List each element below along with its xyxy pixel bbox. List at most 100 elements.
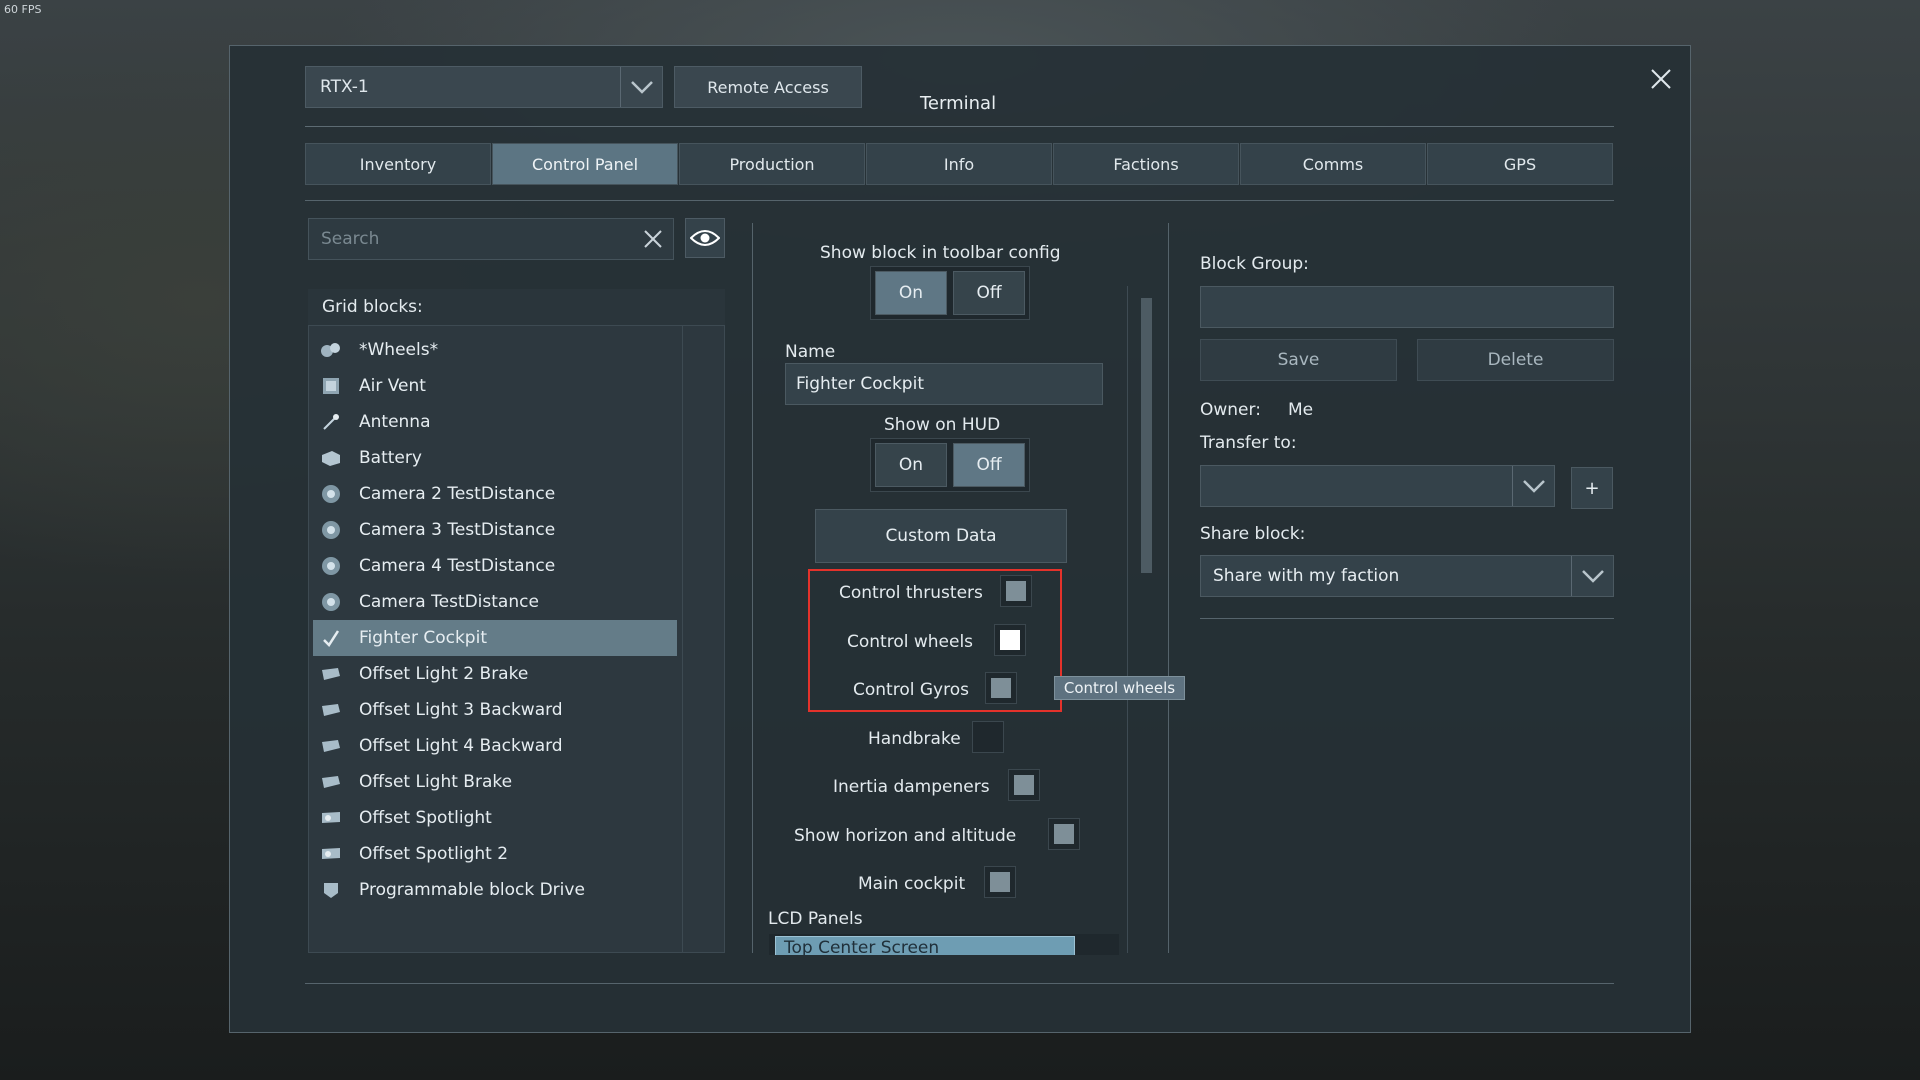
close-icon: [1651, 69, 1671, 89]
list-item[interactable]: Offset Light 3 Backward: [313, 692, 677, 728]
add-transfer-button[interactable]: +: [1571, 467, 1613, 509]
scrollbar-thumb[interactable]: [1141, 298, 1152, 573]
list-item[interactable]: Offset Light 4 Backward: [313, 728, 677, 764]
toolbar-config-toggle: On Off: [870, 266, 1030, 320]
list-item[interactable]: *Wheels*: [313, 332, 677, 368]
block-group-label: Block Group:: [1200, 254, 1309, 274]
toolbar-config-label: Show block in toolbar config: [820, 243, 1061, 263]
main-cockpit-label: Main cockpit: [858, 874, 966, 894]
spotlight-icon: [319, 842, 343, 866]
chevron-down-icon: [1571, 556, 1613, 596]
hud-on-button[interactable]: On: [875, 443, 947, 487]
list-item-label: Offset Spotlight: [359, 808, 492, 828]
show-horizon-checkbox[interactable]: [1048, 818, 1080, 850]
tab-info[interactable]: Info: [866, 143, 1052, 185]
owner-label: Owner:: [1200, 400, 1261, 420]
handbrake-label: Handbrake: [868, 729, 961, 749]
programmable-block-icon: [319, 878, 343, 902]
list-item-label: Camera 2 TestDistance: [359, 484, 556, 504]
list-item[interactable]: Antenna: [313, 404, 677, 440]
name-label: Name: [785, 342, 836, 362]
list-item-label: Offset Light 3 Backward: [359, 700, 563, 720]
visibility-toggle-button[interactable]: [685, 218, 725, 258]
list-item-label: Offset Light 2 Brake: [359, 664, 529, 684]
control-wheels-checkbox[interactable]: [994, 624, 1026, 656]
divider: [752, 223, 753, 953]
remote-access-button[interactable]: Remote Access: [674, 66, 862, 108]
camera-icon: [319, 518, 343, 542]
list-item[interactable]: Camera 3 TestDistance: [313, 512, 677, 548]
list-item[interactable]: Battery: [313, 440, 677, 476]
list-item[interactable]: Camera TestDistance: [313, 584, 677, 620]
air-vent-icon: [319, 374, 343, 398]
tab-bar: Inventory Control Panel Production Info …: [305, 143, 1614, 185]
list-item[interactable]: Offset Light Brake: [313, 764, 677, 800]
block-group-field[interactable]: [1200, 286, 1614, 328]
checkbox-fill: [1000, 630, 1020, 650]
toolbar-on-button[interactable]: On: [875, 271, 947, 315]
list-item-selected[interactable]: Fighter Cockpit: [313, 620, 677, 656]
inertia-dampeners-checkbox[interactable]: [1008, 769, 1040, 801]
grid-blocks-header: Grid blocks:: [308, 289, 725, 325]
grid-select-value: RTX-1: [320, 77, 369, 97]
battery-icon: [319, 446, 343, 470]
control-thrusters-checkbox[interactable]: [1000, 575, 1032, 607]
control-thrusters-label: Control thrusters: [839, 583, 983, 603]
handbrake-checkbox[interactable]: [972, 721, 1004, 753]
tab-gps[interactable]: GPS: [1427, 143, 1613, 185]
lcd-panels-label: LCD Panels: [768, 909, 863, 929]
clear-search-button[interactable]: [633, 219, 673, 259]
save-button[interactable]: Save: [1200, 339, 1397, 381]
lcd-panel-item[interactable]: Top Center Screen: [775, 936, 1075, 955]
transfer-to-label: Transfer to:: [1200, 433, 1297, 453]
tab-inventory[interactable]: Inventory: [305, 143, 491, 185]
search-box: [308, 218, 674, 260]
list-item-label: Battery: [359, 448, 422, 468]
chevron-down-icon: [620, 67, 662, 107]
light-icon: [319, 698, 343, 722]
list-item[interactable]: Camera 4 TestDistance: [313, 548, 677, 584]
search-input[interactable]: [309, 229, 633, 249]
control-gyros-label: Control Gyros: [853, 680, 969, 700]
grid-select-dropdown[interactable]: RTX-1: [305, 66, 663, 108]
tab-comms[interactable]: Comms: [1240, 143, 1426, 185]
scrollbar[interactable]: [682, 326, 724, 952]
share-block-label: Share block:: [1200, 524, 1306, 544]
close-button[interactable]: [1643, 61, 1679, 97]
custom-data-button[interactable]: Custom Data: [815, 509, 1067, 563]
tab-production[interactable]: Production: [679, 143, 865, 185]
hud-off-button[interactable]: Off: [953, 443, 1025, 487]
control-wheels-label: Control wheels: [847, 632, 974, 652]
toolbar-off-button[interactable]: Off: [953, 271, 1025, 315]
show-on-hud-toggle: On Off: [870, 438, 1030, 492]
tab-control-panel[interactable]: Control Panel: [492, 143, 678, 185]
list-item-label: Camera 3 TestDistance: [359, 520, 556, 540]
list-item-label: Programmable block Drive: [359, 880, 585, 900]
divider: [305, 200, 1614, 201]
block-name-field[interactable]: Fighter Cockpit: [785, 363, 1103, 405]
list-item[interactable]: Camera 2 TestDistance: [313, 476, 677, 512]
checkbox-fill: [990, 872, 1010, 892]
spotlight-icon: [319, 806, 343, 830]
light-icon: [319, 734, 343, 758]
tab-factions[interactable]: Factions: [1053, 143, 1239, 185]
terminal-window: RTX-1 Remote Access Terminal Inventory C…: [229, 45, 1691, 1033]
share-block-dropdown[interactable]: Share with my faction: [1200, 555, 1614, 597]
camera-icon: [319, 482, 343, 506]
list-item[interactable]: Offset Light 2 Brake: [313, 656, 677, 692]
eye-icon: [690, 230, 720, 246]
list-item[interactable]: Offset Spotlight: [313, 800, 677, 836]
divider: [1127, 286, 1128, 953]
transfer-to-dropdown[interactable]: [1200, 465, 1555, 507]
main-cockpit-checkbox[interactable]: [984, 866, 1016, 898]
list-item-label: *Wheels*: [359, 340, 439, 360]
chevron-down-icon: [1512, 466, 1554, 506]
list-item[interactable]: Programmable block Drive: [313, 872, 677, 908]
wheels-group-icon: [319, 338, 343, 362]
control-gyros-checkbox[interactable]: [985, 672, 1017, 704]
delete-button[interactable]: Delete: [1417, 339, 1614, 381]
list-item[interactable]: Offset Spotlight 2: [313, 836, 677, 872]
list-item[interactable]: Air Vent: [313, 368, 677, 404]
antenna-icon: [319, 410, 343, 434]
list-item-label: Offset Spotlight 2: [359, 844, 509, 864]
